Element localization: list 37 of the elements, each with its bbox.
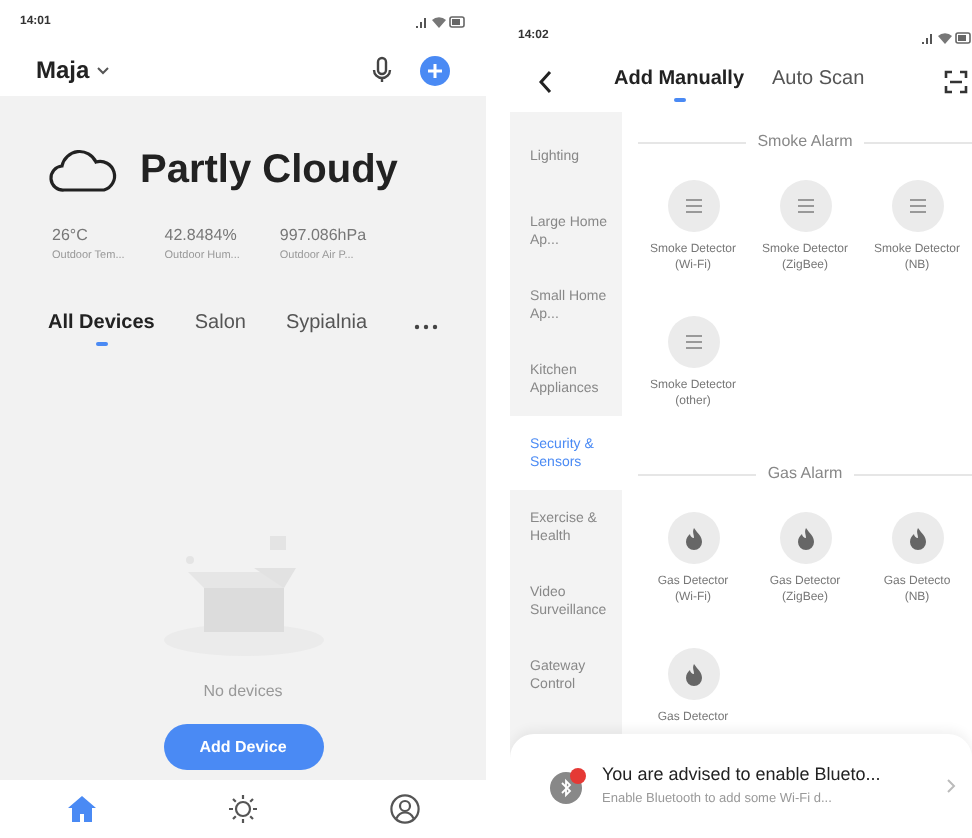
microphone-icon[interactable] (372, 56, 392, 84)
room-tab[interactable]: Sypialnia (285, 308, 368, 347)
banner-title: You are advised to enable Blueto... (602, 762, 883, 789)
status-icons (414, 14, 466, 30)
smoke-detector-icon (891, 180, 943, 232)
flame-icon (779, 512, 831, 564)
cloud-icon (48, 146, 120, 194)
smoke-detector-icon (667, 180, 719, 232)
back-icon[interactable] (538, 70, 554, 94)
weather-value: 42.8484% (164, 224, 239, 248)
user-icon (390, 793, 420, 823)
weather-condition: Partly Cloudy (140, 146, 398, 196)
flame-icon (667, 648, 719, 700)
chevron-down-icon (95, 65, 110, 75)
section-title: Gas Alarm (767, 462, 843, 486)
section-title: Smoke Alarm (757, 130, 853, 154)
scan-icon[interactable] (944, 70, 968, 94)
home-selector[interactable]: Maja (36, 52, 110, 88)
tab[interactable]: Add Manually (614, 63, 745, 101)
weather-value: 997.086hPa (279, 224, 367, 248)
flame-icon (891, 512, 943, 564)
add-device-button[interactable]: Add Device (163, 724, 323, 770)
chevron-right-icon (946, 778, 956, 794)
flame-icon (667, 512, 719, 564)
home-icon (67, 795, 95, 821)
room-tab[interactable]: Salon (194, 308, 246, 347)
room-tab[interactable]: All Devices (48, 308, 155, 347)
bluetooth-icon (550, 768, 586, 804)
status-icons (920, 30, 972, 46)
more-icon[interactable] (414, 324, 438, 331)
tab[interactable]: Auto Scan (772, 63, 865, 101)
empty-message: No devices (203, 680, 283, 704)
smoke-detector-icon (779, 180, 831, 232)
weather-value: 26°C (52, 224, 90, 248)
add-icon[interactable] (420, 55, 450, 85)
smoke-detector-icon (667, 316, 719, 368)
sun-icon (228, 793, 258, 823)
